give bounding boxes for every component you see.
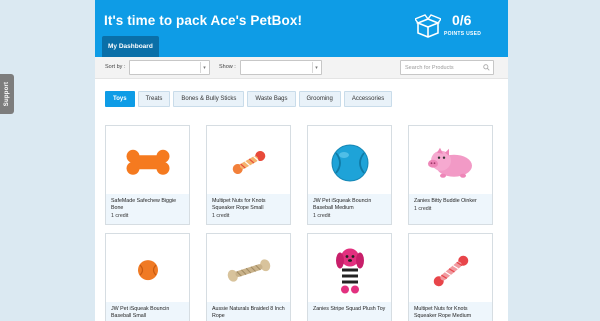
- product-image: [207, 126, 290, 196]
- chevron-down-icon: ▾: [312, 62, 320, 73]
- sort-select[interactable]: ▾: [129, 60, 210, 75]
- show-label: Show :: [219, 64, 236, 70]
- sort-label: Sort by :: [105, 64, 126, 70]
- product-image: [308, 126, 391, 196]
- product-name: Aussie Naturals Braided 8 Inch Rope: [212, 306, 285, 319]
- product-image: [409, 234, 492, 304]
- braided-rope-toy-icon: [227, 259, 270, 282]
- chevron-down-icon: ▾: [200, 62, 208, 73]
- product-credit: 1 credit: [313, 213, 331, 219]
- support-tab[interactable]: Support: [0, 74, 14, 114]
- blue-ball-toy-icon: [331, 144, 368, 182]
- tab-my-dashboard[interactable]: My Dashboard: [102, 36, 159, 57]
- pink-dog-plush-icon: [335, 248, 364, 294]
- product-image: [308, 234, 391, 304]
- points-count: 0/6: [452, 12, 472, 28]
- product-name: JW Pet iSqueak Bouncin Baseball Small: [111, 306, 170, 319]
- product-name: Zanies Bitty Buddie Oinker: [414, 198, 477, 204]
- product-card[interactable]: Zanies Stripe Squad Plush Toy: [307, 233, 392, 321]
- tab-toys[interactable]: Toys: [105, 91, 135, 107]
- petbox-panel: It's time to pack Ace's PetBox! My Dashb…: [95, 0, 508, 321]
- product-name: Multipet Nuts for Knots Squeaker Rope Me…: [414, 306, 472, 319]
- tab-bones-bully-sticks[interactable]: Bones & Bully Sticks: [173, 91, 245, 107]
- product-image: [207, 234, 290, 304]
- product-card[interactable]: Multipet Nuts for Knots Squeaker Rope Sm…: [206, 125, 291, 225]
- category-tabs: Toys Treats Bones & Bully Sticks Waste B…: [105, 91, 393, 107]
- product-name: JW Pet iSqueak Bouncin Baseball Medium: [313, 198, 372, 211]
- tab-grooming[interactable]: Grooming: [298, 91, 341, 107]
- product-card[interactable]: JW Pet iSqueak Bouncin Baseball Small: [105, 233, 190, 321]
- rope-toy-icon: [232, 151, 265, 174]
- product-name: SafeMade Safechew Biggie Bone: [111, 198, 177, 211]
- pink-pig-plush-icon: [427, 147, 472, 178]
- product-credit: 1 credit: [414, 206, 432, 212]
- product-name: Multipet Nuts for Knots Squeaker Rope Sm…: [212, 198, 266, 211]
- product-card[interactable]: Multipet Nuts for Knots Squeaker Rope Me…: [408, 233, 493, 321]
- product-name: Zanies Stripe Squad Plush Toy: [313, 306, 386, 312]
- product-image: [409, 126, 492, 196]
- tab-treats[interactable]: Treats: [137, 91, 171, 107]
- page-title: It's time to pack Ace's PetBox!: [104, 13, 303, 28]
- tab-waste-bags[interactable]: Waste Bags: [247, 91, 296, 107]
- orange-bone-toy-icon: [126, 149, 169, 175]
- points-label: POINTS USED: [444, 31, 482, 37]
- product-card[interactable]: Zanies Bitty Buddie Oinker 1 credit: [408, 125, 493, 225]
- product-card[interactable]: SafeMade Safechew Biggie Bone 1 credit: [105, 125, 190, 225]
- search-placeholder: Search for Products: [405, 65, 454, 71]
- support-label: Support: [4, 81, 10, 107]
- product-credit: 1 credit: [212, 213, 230, 219]
- product-image: [106, 126, 189, 196]
- product-card[interactable]: JW Pet iSqueak Bouncin Baseball Medium 1…: [307, 125, 392, 225]
- product-card[interactable]: Aussie Naturals Braided 8 Inch Rope: [206, 233, 291, 321]
- search-input[interactable]: Search for Products: [400, 60, 494, 75]
- header: It's time to pack Ace's PetBox! My Dashb…: [95, 0, 508, 57]
- product-image: [106, 234, 189, 304]
- search-icon: [483, 64, 490, 71]
- filter-toolbar: Sort by : ▾ Show : ▾ Search for Products: [95, 57, 508, 79]
- show-select[interactable]: ▾: [240, 60, 322, 75]
- box-icon: [415, 14, 441, 38]
- product-credit: 1 credit: [111, 213, 129, 219]
- tab-accessories[interactable]: Accessories: [343, 91, 393, 107]
- rope-toy-icon: [433, 255, 468, 287]
- orange-ball-toy-icon: [137, 260, 158, 281]
